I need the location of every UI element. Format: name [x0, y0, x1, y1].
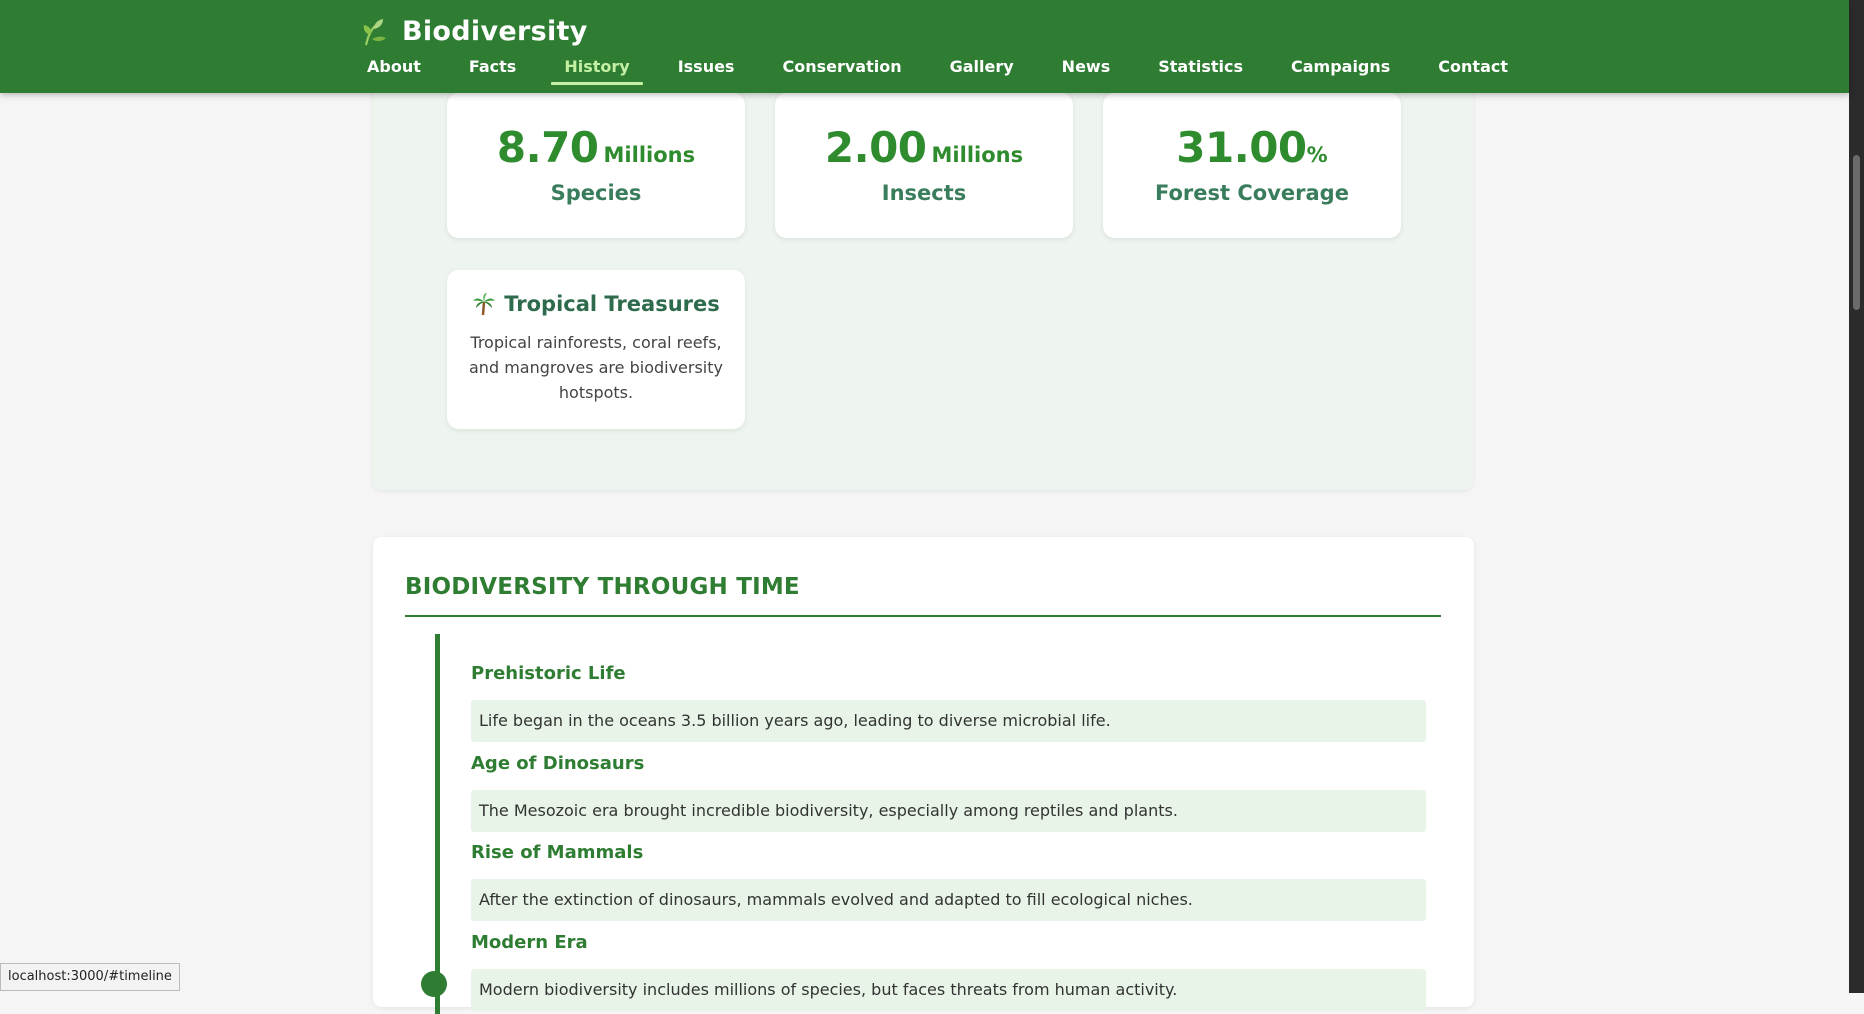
event-description: The Mesozoic era brought incredible biod… — [471, 790, 1426, 832]
timeline-section: BIODIVERSITY THROUGH TIME Prehistoric Li… — [373, 537, 1474, 1014]
info-card-tropical: Tropical Treasures Tropical rainforests,… — [447, 270, 745, 429]
scrollbar-thumb[interactable] — [1853, 155, 1860, 310]
nav-campaigns[interactable]: Campaigns — [1278, 55, 1403, 85]
event-description: Life began in the oceans 3.5 billion yea… — [471, 700, 1426, 742]
brand-title: Biodiversity — [402, 16, 588, 47]
stat-label: Species — [550, 181, 642, 205]
stat-unit: Millions — [603, 143, 696, 167]
timeline-event: Modern Era Modern biodiversity includes … — [471, 932, 1426, 1011]
nav-issues[interactable]: Issues — [665, 55, 748, 85]
nav-gallery[interactable]: Gallery — [937, 55, 1027, 85]
nav-contact[interactable]: Contact — [1425, 55, 1521, 85]
nav-news[interactable]: News — [1049, 55, 1124, 85]
stat-value: 8.70 — [496, 123, 599, 172]
facts-section: 8.70 Millions Species 2.00 Millions Insect… — [373, 60, 1473, 490]
section-title: BIODIVERSITY THROUGH TIME — [405, 574, 800, 600]
stat-label: Insects — [881, 181, 967, 205]
timeline-event: Age of Dinosaurs The Mesozoic era brough… — [471, 753, 1426, 832]
stat-card-forest-coverage: 31.00% Forest Coverage — [1103, 93, 1401, 238]
nav-conservation[interactable]: Conservation — [769, 55, 914, 85]
event-title: Age of Dinosaurs — [471, 753, 645, 774]
leaf-icon — [363, 18, 386, 45]
info-text: Tropical rainforests, coral reefs, and m… — [469, 333, 723, 402]
section-divider — [405, 615, 1441, 617]
timeline-marker — [421, 971, 447, 997]
nav-history[interactable]: History — [551, 55, 644, 85]
stat-unit: % — [1306, 143, 1328, 167]
stat-label: Forest Coverage — [1155, 181, 1349, 205]
stat-value: 2.00 — [824, 123, 927, 172]
stat-unit: Millions — [931, 143, 1024, 167]
timeline-line — [435, 634, 440, 1014]
event-description: After the extinction of dinosaurs, mamma… — [471, 879, 1426, 921]
site-header: Biodiversity About Facts History Issues … — [0, 0, 1849, 93]
stat-card-insects: 2.00 Millions Insects — [775, 93, 1073, 238]
page-scrollbar[interactable] — [1849, 0, 1864, 993]
brand[interactable]: Biodiversity — [362, 16, 588, 47]
timeline-event: Prehistoric Life Life began in the ocean… — [471, 663, 1426, 742]
nav-statistics[interactable]: Statistics — [1145, 55, 1256, 85]
nav-about[interactable]: About — [354, 55, 434, 85]
status-bar-url: localhost:3000/#timeline — [0, 963, 180, 991]
stat-card-species: 8.70 Millions Species — [447, 93, 745, 238]
event-description: Modern biodiversity includes millions of… — [471, 969, 1426, 1011]
info-title: Tropical Treasures — [504, 292, 720, 316]
palm-tree-icon — [473, 293, 496, 316]
event-title: Prehistoric Life — [471, 663, 626, 684]
main-nav: About Facts History Issues Conservation … — [354, 55, 1543, 85]
nav-facts[interactable]: Facts — [456, 55, 529, 85]
timeline-event: Rise of Mammals After the extinction of … — [471, 842, 1426, 921]
stat-value: 31.00 — [1176, 123, 1307, 172]
event-title: Modern Era — [471, 932, 588, 953]
event-title: Rise of Mammals — [471, 842, 644, 863]
